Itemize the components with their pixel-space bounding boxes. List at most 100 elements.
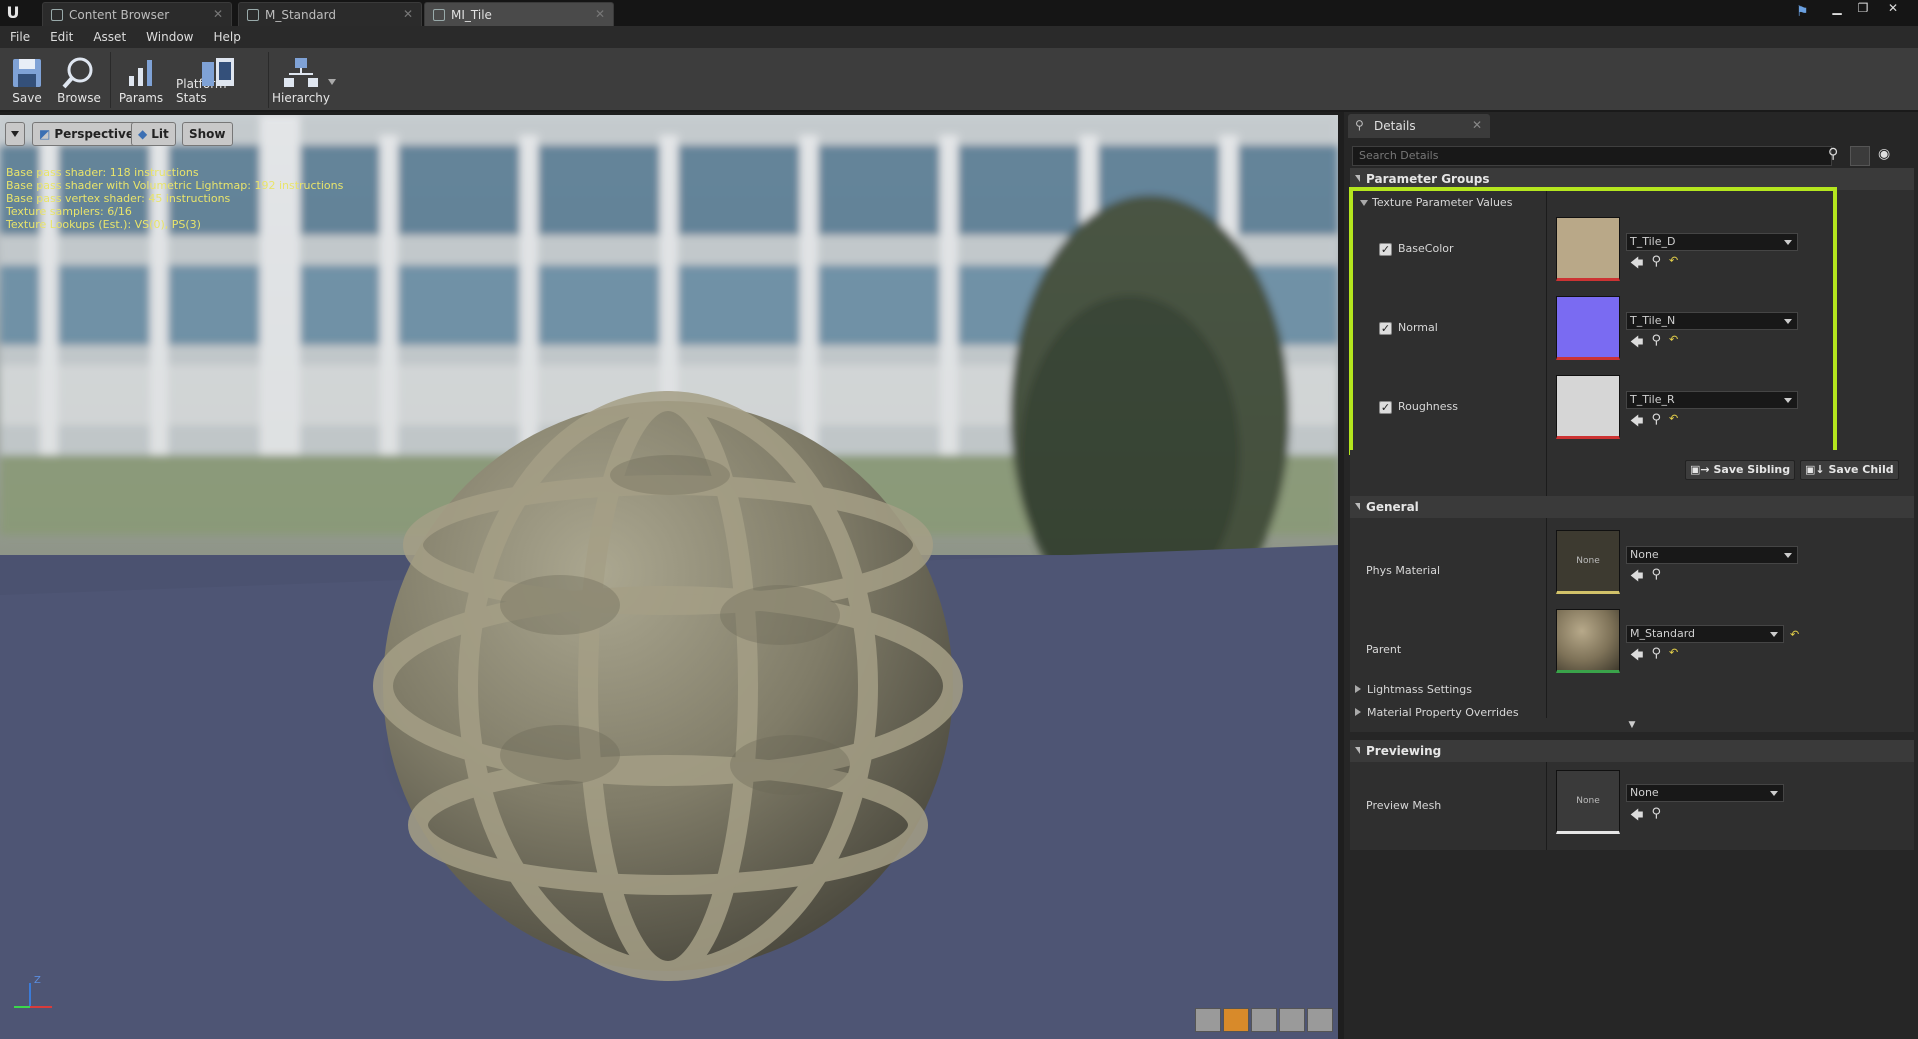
previewing-body: Preview Mesh None None 🡄 ⚲	[1350, 762, 1914, 850]
lit-label: Lit	[151, 127, 169, 141]
parent-material-thumbnail[interactable]	[1556, 609, 1620, 673]
advanced-expander[interactable]: ▼	[1350, 718, 1914, 732]
search-details-input[interactable]: Search Details	[1352, 146, 1832, 166]
hierarchy-label: Hierarchy	[272, 91, 331, 105]
sphere-preview-button[interactable]	[1223, 1008, 1249, 1032]
details-tab-label: Details	[1374, 119, 1416, 133]
platform-stats-icon	[202, 58, 234, 86]
menu-edit[interactable]: Edit	[40, 30, 83, 44]
phys-material-thumbnail[interactable]: None	[1556, 530, 1620, 594]
show-label: Show	[189, 127, 226, 141]
expand-arrow-icon	[1355, 685, 1361, 693]
perspective-button[interactable]: ◩ Perspective	[32, 122, 141, 146]
use-selected-arrow-icon[interactable]: 🡄	[1630, 806, 1643, 828]
stat-line: Texture Lookups (Est.): VS(0), PS(3)	[6, 218, 201, 231]
asset-actions: 🡄 ⚲	[1630, 567, 1661, 589]
notification-icon[interactable]: ⚑	[1796, 4, 1814, 20]
cylinder-preview-button[interactable]	[1195, 1008, 1221, 1032]
cube-preview-button[interactable]	[1279, 1008, 1305, 1032]
close-icon[interactable]: ✕	[1472, 118, 1482, 132]
save-button[interactable]: Save	[8, 52, 46, 110]
column-divider	[1546, 450, 1547, 502]
preview-shape-toolbar	[1195, 1008, 1333, 1032]
menu-asset[interactable]: Asset	[83, 30, 136, 44]
use-selected-arrow-icon[interactable]: 🡄	[1630, 567, 1643, 589]
asset-actions: 🡄 ⚲ ↶	[1630, 646, 1678, 668]
mesh-preview-button[interactable]	[1307, 1008, 1333, 1032]
section-title: General	[1366, 500, 1419, 514]
chevron-down-icon: ▼	[1628, 720, 1636, 730]
show-button[interactable]: Show	[182, 122, 233, 146]
parent-label: Parent	[1366, 643, 1402, 656]
previewing-header[interactable]: Previewing	[1350, 740, 1914, 762]
perspective-label: Perspective	[54, 127, 134, 141]
menu-window[interactable]: Window	[136, 30, 203, 44]
search-icon[interactable]: ⚲	[1828, 146, 1838, 162]
viewport-options-button[interactable]	[5, 122, 25, 146]
toolbar: Save Browse Params Platform Stats Hierar…	[0, 48, 1918, 112]
column-divider	[1546, 762, 1547, 850]
lit-button[interactable]: ◆ Lit	[131, 122, 176, 146]
search-placeholder: Search Details	[1359, 149, 1439, 162]
tab-label: MI_Tile	[451, 7, 492, 22]
save-sibling-button[interactable]: ▣→ Save Sibling	[1685, 460, 1796, 480]
shader-stats: Base pass shader: 118 instructions Base …	[6, 166, 343, 231]
reset-icon[interactable]: ↶	[1669, 646, 1678, 668]
close-icon[interactable]: ✕	[595, 7, 605, 21]
view-options-icon[interactable]	[1850, 146, 1870, 166]
close-icon[interactable]: ✕	[403, 7, 413, 21]
minimize-icon[interactable]: ▁	[1824, 0, 1850, 18]
material-instance-icon	[433, 8, 445, 21]
save-icon	[13, 59, 41, 87]
tab-label: M_Standard	[265, 7, 336, 22]
menu-help[interactable]: Help	[203, 30, 250, 44]
params-icon	[129, 60, 152, 86]
platform-stats-button[interactable]: Platform Stats	[176, 52, 260, 110]
phys-material-label: Phys Material	[1366, 564, 1441, 577]
close-icon[interactable]: ✕	[213, 7, 223, 21]
browse-search-icon[interactable]: ⚲	[1651, 646, 1661, 668]
stat-line: Base pass shader: 118 instructions	[6, 166, 199, 179]
section-title: Previewing	[1366, 744, 1442, 758]
eye-icon[interactable]: ◉	[1878, 146, 1890, 162]
expand-arrow-icon	[1355, 708, 1361, 716]
use-selected-arrow-icon[interactable]: 🡄	[1630, 646, 1643, 668]
content-browser-icon	[51, 8, 63, 21]
params-button[interactable]: Params	[118, 52, 164, 110]
browse-search-icon[interactable]: ⚲	[1651, 806, 1661, 828]
lightmass-settings-row[interactable]: Lightmass Settings	[1355, 683, 1472, 696]
general-header[interactable]: General	[1350, 496, 1914, 518]
save-child-button[interactable]: ▣↓ Save Child	[1800, 460, 1899, 480]
hierarchy-dropdown-icon[interactable]	[328, 74, 336, 85]
restore-icon[interactable]: ❐	[1850, 0, 1876, 18]
browse-label: Browse	[57, 91, 101, 105]
details-tab[interactable]: ⚲ Details ✕	[1348, 114, 1490, 138]
title-bar: U Content Browser ✕ M_Standard ✕ MI_Tile…	[0, 0, 1918, 26]
parent-material-combo[interactable]: M_Standard	[1626, 625, 1784, 643]
hierarchy-button[interactable]: Hierarchy	[272, 52, 331, 110]
details-panel: ⚲ Details ✕ Search Details ⚲ ◉ Parameter…	[1344, 112, 1918, 1039]
preview-mesh-combo[interactable]: None	[1626, 784, 1784, 802]
tab-m-standard[interactable]: M_Standard ✕	[238, 2, 422, 26]
browse-search-icon[interactable]: ⚲	[1651, 567, 1661, 589]
plane-preview-button[interactable]	[1251, 1008, 1277, 1032]
tab-content-browser[interactable]: Content Browser ✕	[42, 2, 232, 26]
material-preview-viewport[interactable]: ◩ Perspective ◆ Lit Show Base pass shade…	[0, 115, 1338, 1039]
axis-z-label: Z	[34, 975, 41, 986]
tab-mi-tile[interactable]: MI_Tile ✕	[424, 2, 614, 26]
menu-bar: File Edit Asset Window Help	[0, 26, 1918, 48]
axis-gizmo	[14, 983, 52, 1008]
stat-line: Texture samplers: 6/16	[6, 205, 132, 218]
search-icon	[62, 57, 93, 89]
menu-file[interactable]: File	[0, 30, 40, 44]
browse-button[interactable]: Browse	[56, 52, 102, 110]
close-window-icon[interactable]: ✕	[1880, 0, 1906, 18]
reset-icon[interactable]: ↶	[1790, 628, 1799, 641]
toolbar-divider	[110, 52, 111, 108]
phys-material-combo[interactable]: None	[1626, 546, 1798, 564]
preview-mesh-thumbnail[interactable]: None	[1556, 770, 1620, 834]
tab-label: Content Browser	[69, 7, 170, 22]
perspective-icon: ◩	[39, 127, 51, 141]
params-label: Params	[118, 91, 164, 105]
save-label: Save	[12, 91, 42, 105]
